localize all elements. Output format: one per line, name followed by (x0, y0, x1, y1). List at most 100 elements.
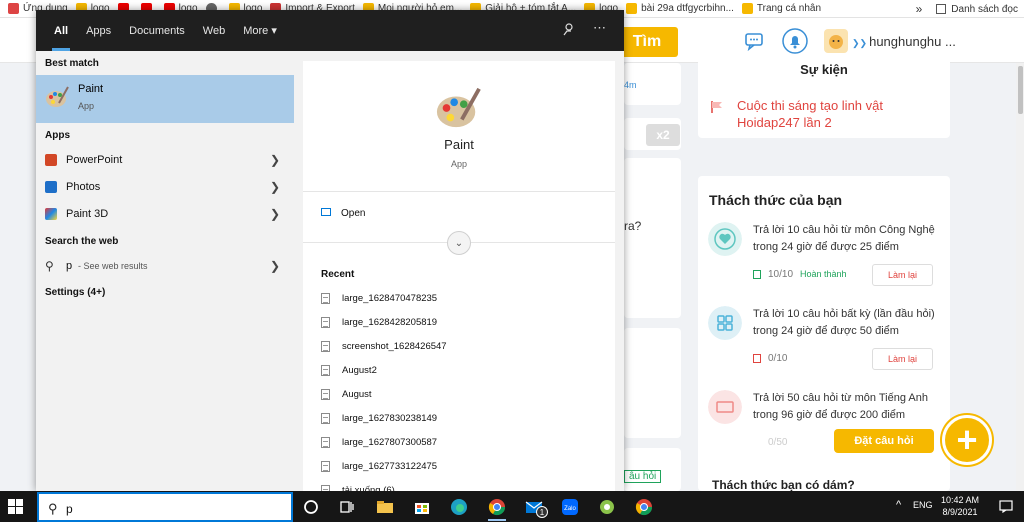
feedback-icon[interactable] (562, 22, 576, 36)
tab-apps[interactable]: Apps (86, 10, 111, 51)
recent-heading: Recent (321, 269, 355, 280)
chat-icon[interactable] (744, 30, 766, 52)
recent-file-name: large_1628428205819 (342, 317, 438, 328)
app-icon-green[interactable] (598, 498, 616, 516)
app-result-paint3d[interactable]: Paint 3D ❯ (36, 201, 294, 227)
paint-large-icon (436, 87, 481, 128)
recent-file-name: large_1627733122475 (342, 461, 438, 472)
zalo-icon[interactable]: Zalo (561, 498, 579, 516)
peek-time: 4m (624, 80, 637, 90)
tab-web[interactable]: Web (203, 10, 225, 51)
bookmark-bai-29a[interactable]: bài 29a dtfgycrbihn... (626, 3, 734, 14)
preview-app-type: App (450, 159, 467, 169)
notifications-icon[interactable] (999, 499, 1013, 513)
language-indicator[interactable]: ENG (913, 500, 933, 510)
dare-title: Thách thức bạn có dám? (712, 478, 855, 492)
bell-icon[interactable] (782, 28, 808, 54)
challenge-text: Trả lời 50 câu hỏi từ môn Tiếng Anh tron… (753, 392, 928, 421)
challenge-text: Trả lời 10 câu hỏi bất kỳ (lần đầu hỏi) … (753, 308, 935, 337)
thach-thuc-title: Thách thức của bạn (709, 192, 843, 208)
hoidap-logo-icon (741, 3, 753, 14)
site-search-button[interactable]: Tìm (616, 27, 678, 57)
ask-question-button[interactable]: Đặt câu hỏi (834, 429, 934, 453)
results-pane: Best match Paint App Apps PowerPoint ❯ P… (36, 51, 294, 491)
username: hunghunghu ... (869, 34, 956, 49)
flag-icon (711, 101, 722, 113)
reading-list-icon (936, 4, 947, 14)
open-icon (321, 208, 331, 216)
best-match-heading: Best match (45, 58, 99, 69)
peek-question: ra? (624, 219, 642, 233)
tab-documents[interactable]: Documents (129, 10, 185, 51)
apps-heading: Apps (45, 130, 70, 141)
chrome-profile-icon[interactable] (635, 498, 653, 516)
open-action[interactable]: Open (321, 208, 365, 219)
cortana-icon[interactable] (302, 498, 320, 516)
windows-start-icon[interactable] (8, 499, 23, 514)
recent-file[interactable]: large_1628428205819 (321, 317, 437, 328)
chevron-right-icon[interactable]: ❯ (270, 180, 280, 194)
recent-file[interactable]: large_1628470478235 (321, 293, 437, 304)
recent-file[interactable]: August (321, 389, 372, 400)
app-label: Photos (66, 181, 101, 193)
redo-button[interactable]: Làm lại (872, 264, 933, 286)
su-kien-link[interactable]: Cuộc thi sáng tạo linh vật Hoidap247 lần… (737, 97, 947, 131)
taskbar-search-input[interactable]: ⚲ p (37, 492, 293, 522)
app-result-photos[interactable]: Photos ❯ (36, 174, 294, 200)
chevron-right-icon[interactable]: ❯ (270, 153, 280, 167)
ticket-icon (708, 390, 742, 424)
best-match-type: App (78, 101, 95, 111)
recent-file[interactable]: large_1627830238149 (321, 413, 437, 424)
photos-icon (45, 181, 57, 193)
edge-icon[interactable] (450, 498, 468, 516)
recent-file-name: large_1628470478235 (342, 293, 438, 304)
image-file-icon (321, 317, 330, 328)
username-menu[interactable]: ❯❯ hunghunghu ... (852, 34, 956, 49)
recent-file-name: screenshot_1628426547 (342, 341, 447, 352)
bookmark-label: Trang cá nhân (756, 3, 822, 14)
challenge-item: Trả lời 10 câu hỏi từ môn Công Nghệ tron… (708, 222, 948, 292)
recent-file[interactable]: screenshot_1628426547 (321, 341, 447, 352)
bookmarks-right: » Danh sách đọc (909, 0, 1018, 17)
page-scroll-thumb[interactable] (1018, 66, 1023, 114)
expand-chevron-icon[interactable]: ⌄ (447, 231, 471, 255)
store-icon[interactable] (413, 498, 431, 516)
image-file-icon (321, 461, 330, 472)
page-scrollbar[interactable] (1016, 63, 1024, 491)
settings-results[interactable]: Settings (4+) (45, 287, 105, 298)
chevron-right-icon[interactable]: ❯ (270, 207, 280, 221)
bookmark-trang-ca-nhan[interactable]: Trang cá nhân (741, 3, 822, 14)
tray-chevron-icon[interactable]: ^ (896, 499, 901, 511)
recent-file[interactable]: August2 (321, 365, 377, 376)
redo-button[interactable]: Làm lại (872, 348, 933, 370)
content-card-4 (624, 328, 681, 438)
heart-icon (708, 222, 742, 256)
apps-grid-icon (8, 3, 19, 14)
tab-all[interactable]: All (51, 10, 71, 51)
more-bookmarks-button[interactable]: » (916, 2, 923, 16)
tab-more[interactable]: More ▾ (243, 10, 277, 51)
avatar[interactable] (824, 29, 848, 53)
web-search-result[interactable]: ⚲ p - See web results ❯ (36, 253, 294, 279)
challenge-status: Hoàn thành (800, 269, 847, 279)
hoidap-logo-icon (626, 3, 638, 14)
file-explorer-icon[interactable] (376, 498, 394, 516)
image-file-icon (321, 437, 330, 448)
task-view-icon[interactable] (338, 498, 356, 516)
search-value: p (66, 502, 73, 516)
search-icon: ⚲ (48, 501, 58, 516)
more-options-icon[interactable]: ⋯ (593, 20, 606, 36)
recent-file-name: large_1627830238149 (342, 413, 438, 424)
recent-file[interactable]: large_1627807300587 (321, 437, 437, 448)
chevron-right-icon[interactable]: ❯ (270, 259, 280, 273)
grid-icon (708, 306, 742, 340)
clock[interactable]: 10:42 AM 8/9/2021 (932, 494, 988, 518)
su-kien-title: Sự kiện (800, 62, 848, 77)
add-question-button[interactable]: + (942, 415, 992, 465)
app-result-powerpoint[interactable]: PowerPoint ❯ (36, 147, 294, 173)
chrome-icon[interactable] (488, 498, 506, 516)
recent-file[interactable]: large_1627733122475 (321, 461, 437, 472)
best-match-item[interactable]: Paint App (36, 75, 294, 123)
powerpoint-icon (45, 154, 57, 166)
reading-list-link[interactable]: Danh sách đọc (951, 4, 1018, 15)
